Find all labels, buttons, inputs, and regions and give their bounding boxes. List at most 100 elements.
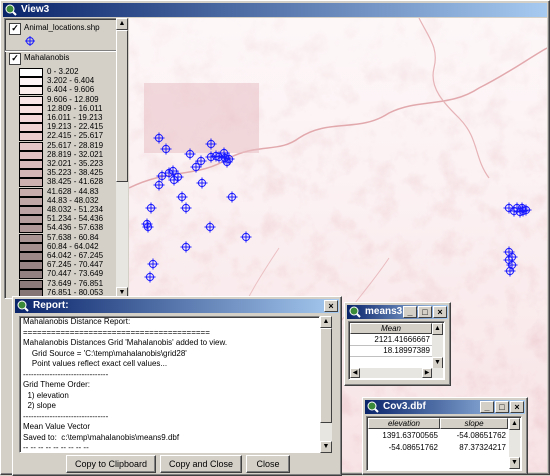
covariance-table-window: Cov3.dbf _ □ × elevation slope 1391.6370…: [362, 397, 528, 475]
report-line: Grid Source = 'C:\temp\mahalanobis\grid2…: [23, 348, 187, 358]
legend-label: 0 - 3.202: [47, 67, 79, 76]
legend-label: 44.83 - 48.032: [47, 195, 99, 205]
report-line: Mahalanobis Distance Report:: [23, 317, 131, 326]
close-button[interactable]: Close: [246, 455, 290, 473]
scroll-up-arrow[interactable]: ▲: [509, 418, 520, 430]
close-icon[interactable]: ×: [510, 401, 524, 413]
table-cell[interactable]: -54.08651762: [368, 443, 440, 453]
theme-visibility-checkbox[interactable]: ✓: [9, 53, 21, 65]
legend-label: 73.649 - 76.851: [47, 278, 104, 288]
maximize-icon[interactable]: □: [495, 401, 509, 413]
legend-swatch: [19, 279, 43, 289]
arcview-app-icon: [5, 4, 17, 16]
table-scrollbar[interactable]: ▲ ▼: [509, 418, 520, 469]
theme-table-of-contents: ✓ Animal_locations.shp ✓ Mahalanobis 0 -…: [4, 18, 127, 299]
legend-label: 38.425 - 41.628: [47, 177, 104, 187]
view3-titlebar[interactable]: View3: [3, 3, 547, 17]
report-titlebar[interactable]: Report: ×: [15, 299, 339, 313]
legend-label: 32.021 - 35.223: [47, 159, 104, 168]
scroll-down-arrow[interactable]: ▼: [509, 457, 520, 469]
report-line: ========================================: [23, 327, 210, 337]
minimize-icon[interactable]: _: [480, 401, 494, 413]
table-cell[interactable]: 1391.63700565: [368, 431, 440, 441]
legend-label: 67.245 - 70.447: [47, 260, 104, 270]
theme-animal-locations[interactable]: ✓ Animal_locations.shp: [7, 21, 117, 49]
table-cell[interactable]: -54.08651762: [440, 431, 508, 441]
legend-swatch: [19, 242, 43, 252]
legend-swatch: [19, 252, 43, 261]
report-line: Saved to: c:\temp\mahalanobis\means9.dbf: [23, 432, 180, 442]
legend-swatch: [19, 178, 43, 188]
minimize-icon[interactable]: _: [403, 306, 417, 318]
report-line: --------------------------------: [23, 369, 109, 379]
toc-scrollbar[interactable]: ▲ ▼: [116, 18, 128, 299]
scroll-up-arrow[interactable]: ▲: [116, 18, 128, 30]
table-cell[interactable]: 18.18997389: [350, 346, 432, 357]
cov-titlebar[interactable]: Cov3.dbf _ □ ×: [365, 400, 525, 414]
legend-label: 25.617 - 28.819: [47, 140, 104, 150]
report-line: Grid Theme Order:: [23, 380, 90, 389]
legend-label: 12.809 - 16.011: [47, 103, 103, 113]
cov-title: Cov3.dbf: [383, 401, 426, 412]
legend-swatch: [19, 68, 43, 77]
legend-swatch: [19, 233, 43, 243]
legend-label: 3.202 - 6.404: [47, 76, 95, 86]
scroll-right-arrow[interactable]: ▶: [422, 368, 432, 378]
legend-swatch: [19, 196, 43, 206]
table-scrollbar[interactable]: ▲ ▼: [432, 323, 443, 369]
legend-swatch: [19, 187, 43, 197]
theme-visibility-checkbox[interactable]: ✓: [9, 23, 21, 35]
legend-swatch: [19, 206, 43, 215]
means-titlebar[interactable]: means3.dbf _ □ ×: [347, 305, 448, 319]
legend-swatch: [19, 215, 43, 225]
column-header-mean[interactable]: Mean: [350, 323, 432, 334]
means-table-grid: Mean 2121.41666667 18.18997389 ▲ ▼ ◀ ▶: [348, 321, 445, 380]
column-header-slope[interactable]: slope: [440, 418, 508, 429]
arcview-app-icon: [17, 300, 29, 312]
scroll-up-arrow[interactable]: ▲: [320, 316, 332, 328]
legend-swatch: [19, 77, 43, 87]
legend-label: 9.606 - 12.809: [47, 94, 99, 104]
legend-swatch: [19, 141, 43, 151]
legend-swatch: [19, 104, 43, 114]
maximize-icon[interactable]: □: [418, 306, 432, 318]
legend-label: 28.819 - 32.021: [47, 149, 104, 159]
copy-to-clipboard-button[interactable]: Copy to Clipboard: [66, 455, 156, 473]
scroll-thumb[interactable]: [116, 30, 128, 182]
legend-label: 54.436 - 57.638: [47, 223, 104, 233]
report-line: 1) elevation: [23, 390, 69, 400]
theme-name: Animal_locations.shp: [24, 23, 100, 32]
legend-label: 19.213 - 22.415: [47, 122, 104, 132]
legend-swatch: [19, 224, 43, 234]
legend-swatch: [19, 95, 43, 105]
close-icon[interactable]: ×: [433, 306, 447, 318]
legend-swatch: [19, 261, 43, 271]
column-header-elevation[interactable]: elevation: [368, 418, 440, 429]
point-symbol-icon: [25, 36, 35, 46]
table-cell[interactable]: 87.37324217: [440, 443, 508, 453]
report-text-area[interactable]: Mahalanobis Distance Report: ============…: [19, 316, 320, 453]
theme-mahalanobis[interactable]: ✓ Mahalanobis: [7, 53, 117, 65]
report-title: Report:: [33, 300, 69, 311]
legend-label: 16.011 - 19.213: [47, 113, 103, 122]
table-cell[interactable]: 2121.41666667: [350, 335, 432, 346]
report-line: 2) slope: [23, 401, 56, 410]
close-icon[interactable]: ×: [324, 300, 338, 312]
report-line: Mean Value Vector: [23, 422, 91, 431]
report-scrollbar[interactable]: ▲ ▼: [320, 316, 332, 453]
legend-label: 60.84 - 64.042: [47, 241, 99, 251]
scroll-up-arrow[interactable]: ▲: [432, 323, 443, 335]
arcview-app-icon: [349, 306, 361, 318]
scroll-down-arrow[interactable]: ▼: [320, 441, 332, 453]
legend-label: 41.628 - 44.83: [47, 186, 99, 196]
copy-and-close-button[interactable]: Copy and Close: [160, 455, 242, 473]
scroll-thumb[interactable]: [320, 328, 332, 423]
report-line: Mahalanobis Distances Grid 'Mahalanobis'…: [23, 338, 228, 347]
legend-label: 64.042 - 67.245: [47, 251, 104, 260]
legend-label: 48.032 - 51.234: [47, 205, 104, 214]
report-lines: Mahalanobis Distance Report: ============…: [20, 317, 319, 452]
legend-label: 35.223 - 38.425: [47, 168, 104, 178]
scroll-left-arrow[interactable]: ◀: [350, 368, 360, 378]
cov-table-grid: elevation slope 1391.63700565 -54.086517…: [366, 416, 522, 471]
horizontal-scrollbar[interactable]: ◀ ▶: [350, 368, 443, 378]
